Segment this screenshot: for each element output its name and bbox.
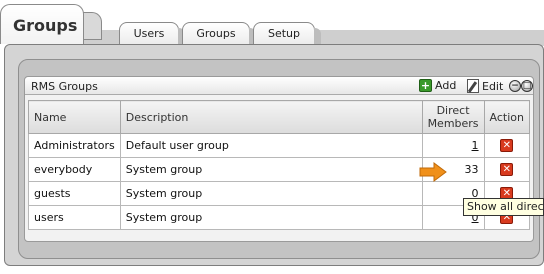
action-cell: ✕ bbox=[483, 133, 531, 158]
edit-icon bbox=[467, 79, 479, 93]
page-title-tab: Groups bbox=[0, 4, 84, 44]
tab-setup-label: Setup bbox=[267, 27, 301, 40]
group-name: Administrators bbox=[28, 133, 121, 158]
minimize-icon[interactable]: − bbox=[509, 80, 521, 92]
page-title: Groups bbox=[13, 16, 78, 35]
group-description: Default user group bbox=[119, 133, 423, 158]
tooltip: Show all direct m bbox=[463, 198, 544, 216]
edit-button[interactable]: Edit bbox=[467, 79, 503, 93]
group-name: everybody bbox=[28, 157, 121, 182]
action-cell: ✕ bbox=[483, 157, 531, 182]
tab-users-label: Users bbox=[133, 27, 165, 40]
tab-groups-label: Groups bbox=[196, 27, 236, 40]
rms-groups-frame: RMS Groups + Add Edit − □ Name Descripti… bbox=[24, 76, 534, 242]
add-button[interactable]: + Add bbox=[419, 79, 456, 92]
header-description[interactable]: Description bbox=[119, 100, 423, 134]
tab-setup[interactable]: Setup bbox=[253, 22, 321, 44]
header-direct-members[interactable]: Direct Members bbox=[421, 100, 485, 134]
table-row: guests System group 0 ✕ bbox=[28, 181, 531, 206]
tab-shadow bbox=[314, 28, 321, 44]
header-members-line2: Members bbox=[427, 117, 479, 130]
group-description: System group bbox=[119, 157, 423, 182]
table-row: everybody System group 33 ✕ bbox=[28, 157, 531, 182]
table-row: users System group 0 ✕ bbox=[28, 205, 531, 230]
panel-inner: RMS Groups + Add Edit − □ Name Descripti… bbox=[18, 59, 540, 259]
table-header-row: Name Description Direct Members Action bbox=[28, 100, 531, 134]
group-description: System group bbox=[119, 181, 423, 206]
delete-icon[interactable]: ✕ bbox=[500, 163, 514, 177]
delete-icon[interactable]: ✕ bbox=[500, 139, 514, 153]
arrow-pointer-icon bbox=[419, 162, 447, 182]
tab-users[interactable]: Users bbox=[119, 22, 185, 44]
table-row: Administrators Default user group 1 ✕ bbox=[28, 133, 531, 158]
members-cell: 1 bbox=[421, 133, 485, 158]
add-icon: + bbox=[419, 79, 432, 92]
header-members-line1: Direct bbox=[436, 104, 470, 117]
header-action: Action bbox=[483, 100, 531, 134]
add-label: Add bbox=[435, 79, 457, 92]
group-name: users bbox=[28, 205, 121, 230]
main-panel: RMS Groups + Add Edit − □ Name Descripti… bbox=[4, 44, 544, 266]
group-name: guests bbox=[28, 181, 121, 206]
frame-title: RMS Groups bbox=[31, 80, 98, 93]
members-link[interactable]: 1 bbox=[472, 139, 479, 152]
edit-label: Edit bbox=[482, 79, 504, 93]
groups-table: Name Description Direct Members Action A… bbox=[28, 100, 531, 230]
maximize-icon[interactable]: □ bbox=[521, 80, 533, 92]
frame-header: RMS Groups + Add Edit − □ bbox=[25, 77, 533, 95]
header-name[interactable]: Name bbox=[28, 100, 121, 134]
group-description: System group bbox=[119, 205, 423, 230]
tab-groups[interactable]: Groups bbox=[182, 22, 256, 44]
